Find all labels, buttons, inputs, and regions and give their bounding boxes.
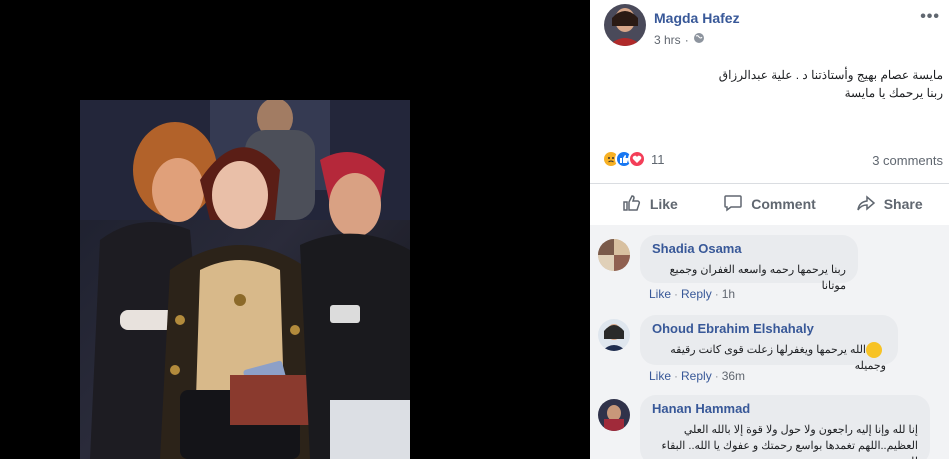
- commenter-avatar[interactable]: [598, 399, 630, 431]
- comment-item: Shadia Osama ربنا يرحمها رحمه واسعه الغف…: [598, 235, 943, 305]
- author-avatar[interactable]: [604, 4, 646, 46]
- comment-actions: Like · Reply · 1h: [649, 287, 735, 301]
- like-label: Like: [649, 196, 678, 212]
- globe-icon: [693, 32, 705, 47]
- comment-like-link[interactable]: Like: [649, 369, 671, 383]
- comment-text: إنا لله وإنا إليه راجعون ولا حول ولا قوة…: [652, 422, 918, 459]
- reactions-summary[interactable]: 11: [602, 150, 665, 168]
- comment-actions: Like · Reply · 36m: [649, 369, 745, 383]
- post-actions: Like Comment Share: [590, 184, 949, 224]
- comments-count-link[interactable]: 3 comments: [872, 153, 943, 168]
- commenter-avatar[interactable]: [598, 319, 630, 351]
- comment-time[interactable]: 1h: [722, 287, 735, 301]
- photo-viewer: Magda Hafez 3 hrs · ••• مايسة عصام بهيج …: [0, 0, 949, 459]
- separator: ·: [674, 369, 679, 383]
- post-text-line-2: ربنا يرحمك يا مايسة: [844, 86, 943, 100]
- share-arrow-icon: [856, 193, 876, 216]
- photo-pane: [0, 0, 590, 459]
- reaction-count: 11: [651, 151, 665, 167]
- comment-bubble: Hanan Hammad إنا لله وإنا إليه راجعون ول…: [640, 395, 930, 459]
- commenter-name[interactable]: Ohoud Ebrahim Elshahaly: [652, 321, 886, 336]
- commenter-name[interactable]: Shadia Osama: [652, 241, 846, 256]
- post-time[interactable]: 3 hrs: [654, 33, 681, 47]
- like-button[interactable]: Like: [590, 184, 710, 224]
- separator: ·: [714, 369, 719, 383]
- comment-like-link[interactable]: Like: [649, 287, 671, 301]
- commenter-avatar[interactable]: [598, 239, 630, 271]
- comment-bubble-icon: [723, 193, 743, 216]
- comment-item: Hanan Hammad إنا لله وإنا إليه راجعون ول…: [598, 395, 943, 459]
- share-button[interactable]: Share: [829, 184, 949, 224]
- post-header: Magda Hafez 3 hrs · •••: [604, 4, 944, 48]
- love-reaction-icon: [628, 150, 646, 168]
- dot-separator: ·: [684, 32, 689, 47]
- comment-text-line-2: العظيم..اللهم تغمدها بواسع رحمتك و عفوك …: [661, 440, 918, 459]
- more-options-icon[interactable]: •••: [920, 8, 940, 26]
- comment-item: Ohoud Ebrahim Elshahaly الله يرحمها ويغف…: [598, 315, 943, 385]
- commenter-name[interactable]: Hanan Hammad: [652, 401, 918, 416]
- comment-reply-link[interactable]: Reply: [681, 369, 712, 383]
- sad-emoji-icon: [866, 342, 882, 359]
- post-text-line-1: مايسة عصام بهيج وأستاذتنا د . علية عبدال…: [718, 68, 943, 82]
- author-name[interactable]: Magda Hafez: [654, 10, 740, 26]
- post-photo[interactable]: [80, 100, 410, 459]
- comment-text-body: الله يرحمها ويغفرلها زعلت قوى كانت رقيقه…: [670, 344, 886, 373]
- post-meta: 3 hrs ·: [654, 32, 705, 47]
- comments-list: Shadia Osama ربنا يرحمها رحمه واسعه الغف…: [590, 225, 949, 459]
- post-text: مايسة عصام بهيج وأستاذتنا د . علية عبدال…: [643, 66, 943, 102]
- comment-bubble: Shadia Osama ربنا يرحمها رحمه واسعه الغف…: [640, 235, 858, 292]
- separator: ·: [674, 287, 679, 301]
- separator: ·: [714, 287, 719, 301]
- post-sidebar: Magda Hafez 3 hrs · ••• مايسة عصام بهيج …: [590, 0, 949, 459]
- comment-reply-link[interactable]: Reply: [681, 287, 712, 301]
- comment-time[interactable]: 36m: [722, 369, 745, 383]
- comment-text-line-1: إنا لله وإنا إليه راجعون ولا حول ولا قوة…: [683, 424, 918, 436]
- comment-label: Comment: [751, 196, 816, 212]
- share-label: Share: [883, 196, 923, 212]
- comment-bubble: Ohoud Ebrahim Elshahaly الله يرحمها ويغف…: [640, 315, 898, 372]
- thumbs-up-icon: [622, 193, 642, 216]
- comment-button[interactable]: Comment: [710, 184, 830, 224]
